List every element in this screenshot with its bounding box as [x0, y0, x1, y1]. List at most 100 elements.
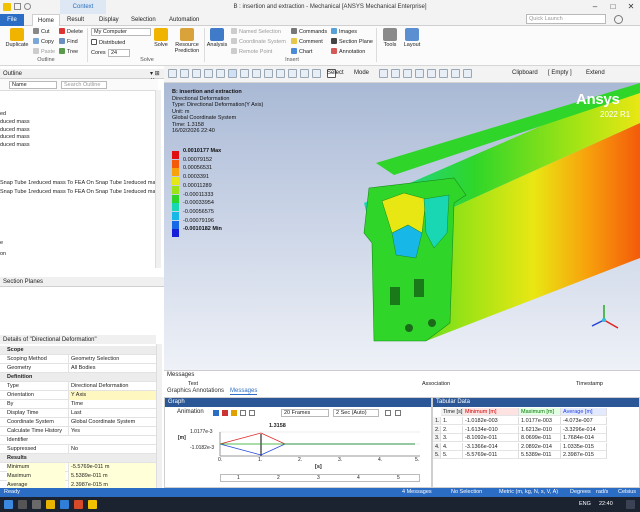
status-units[interactable]: Metric (m, kg, N, s, V, A) — [499, 488, 558, 497]
resource-prediction-button[interactable]: Resource Prediction — [171, 28, 203, 54]
tabular-cell[interactable]: 2. — [433, 425, 441, 434]
folder-icon[interactable] — [46, 500, 55, 509]
tabular-cell[interactable]: -1.0182e-003 — [463, 417, 519, 425]
cut-button[interactable]: Cut — [33, 28, 50, 36]
details-value[interactable]: -5.5769e-011 m — [68, 463, 156, 472]
details-row[interactable]: Type Directional Deformation — [0, 382, 156, 391]
section-plane-button[interactable]: Section Plane — [331, 38, 373, 46]
previous-view-icon[interactable] — [252, 69, 261, 78]
taskbar-app-icon[interactable] — [60, 500, 69, 509]
details-row[interactable]: Minimum -5.5769e-011 m — [0, 463, 156, 472]
tab-display[interactable]: Display — [94, 14, 124, 26]
outline-search-input[interactable]: Search Outline — [61, 81, 107, 89]
edge-select-icon[interactable] — [391, 69, 400, 78]
tabular-cell[interactable]: -3.3296e-014 — [561, 425, 607, 434]
images-button[interactable]: Images — [331, 28, 357, 36]
chart-button[interactable]: Chart — [291, 48, 312, 56]
tree-item[interactable]: e — [0, 240, 3, 246]
details-value[interactable]: Y Axis — [68, 391, 156, 400]
details-row[interactable]: By Time — [0, 400, 156, 409]
taskbar-app-icon[interactable] — [74, 500, 83, 509]
tabular-cell[interactable]: -1.6134e-010 — [463, 425, 519, 434]
tab-result[interactable]: Result — [62, 14, 89, 26]
tabular-cell[interactable]: 2.0892e-014 — [519, 442, 561, 451]
coordinate-system-button[interactable]: Coordinate System — [231, 38, 286, 46]
details-section[interactable]: Results — [0, 454, 156, 463]
front-view-icon[interactable] — [276, 69, 285, 78]
status-rads[interactable]: rad/s — [596, 488, 608, 497]
frames-select[interactable]: 20 Frames — [281, 409, 329, 417]
details-row[interactable]: Calculate Time History Yes — [0, 427, 156, 436]
find-button[interactable]: Find — [59, 38, 78, 46]
details-row[interactable]: Display Time Last — [0, 409, 156, 418]
details-value[interactable]: All Bodies — [68, 364, 156, 373]
context-tab[interactable]: Context — [60, 0, 106, 14]
graph-tool-icon[interactable] — [395, 410, 401, 416]
tabular-cell[interactable]: -3.1366e-014 — [463, 442, 519, 451]
stop-icon[interactable] — [222, 410, 228, 416]
details-value[interactable]: Yes — [68, 427, 156, 436]
tree-item[interactable]: Snap Tube 1reduced mass To FEA On Snap T… — [0, 180, 161, 186]
tab-selection[interactable]: Selection — [126, 14, 161, 26]
outline-scrollbar[interactable] — [155, 90, 161, 268]
node-select-icon[interactable] — [427, 69, 436, 78]
start-icon[interactable] — [4, 500, 13, 509]
next-view-icon[interactable] — [264, 69, 273, 78]
undo-icon[interactable] — [24, 3, 31, 10]
details-row[interactable]: Coordinate System Global Coordinate Syste… — [0, 418, 156, 427]
details-value[interactable]: Time — [68, 400, 156, 409]
tab-messages[interactable]: Messages — [230, 388, 258, 395]
frame-icon[interactable] — [240, 410, 246, 416]
tabular-cell[interactable]: 5.5389e-011 — [519, 451, 561, 459]
notification-icon[interactable] — [626, 500, 635, 509]
tabular-cell[interactable]: 1. — [441, 417, 463, 425]
tab-home[interactable]: Home — [32, 14, 61, 26]
details-row[interactable]: Maximum 5.5389e-011 m — [0, 472, 156, 481]
pan-icon[interactable] — [204, 69, 213, 78]
tabular-cell[interactable]: 3. — [433, 434, 441, 442]
delete-button[interactable]: Delete — [59, 28, 83, 36]
status-messages[interactable]: 4 Messages — [402, 488, 432, 497]
isometric-icon[interactable] — [240, 69, 249, 78]
details-row[interactable]: Scoping Method Geometry Selection — [0, 355, 156, 364]
annotation-button[interactable]: Annotation — [331, 48, 365, 56]
save-icon[interactable] — [14, 3, 21, 10]
tabular-header[interactable]: Time [s] — [441, 408, 463, 416]
details-section[interactable]: Scope — [0, 346, 156, 355]
comment-button[interactable]: Comment — [291, 38, 323, 46]
remote-point-button[interactable]: Remote Point — [231, 48, 272, 56]
export-icon[interactable] — [249, 410, 255, 416]
tabular-cell[interactable]: 4. — [441, 442, 463, 451]
details-row[interactable]: Orientation Y Axis — [0, 391, 156, 400]
graphics-viewport[interactable]: B: insertion and extraction Directional … — [164, 83, 640, 370]
tree-button[interactable]: Tree — [59, 48, 78, 56]
analysis-button[interactable]: Analysis — [206, 28, 228, 48]
details-row[interactable]: Geometry All Bodies — [0, 364, 156, 373]
details-scrollbar[interactable] — [156, 344, 162, 488]
machine-select[interactable]: My Computer — [91, 28, 151, 36]
tabular-header[interactable]: Average [m] — [561, 408, 607, 416]
tabular-cell[interactable]: 1.7684e-014 — [561, 434, 607, 442]
tabular-cell[interactable]: 1. — [433, 417, 441, 425]
named-selection-button[interactable]: Named Selection — [231, 28, 281, 36]
tree-item[interactable]: duced mass — [0, 142, 30, 148]
paste-button[interactable]: Paste — [33, 48, 55, 56]
details-section[interactable]: Definition — [0, 373, 156, 382]
invert-select-icon[interactable] — [463, 69, 472, 78]
view-icon[interactable] — [228, 69, 237, 78]
select-all-icon[interactable] — [451, 69, 460, 78]
tabular-cell[interactable]: -4.073e-007 — [561, 417, 607, 425]
taskbar-app-icon[interactable] — [32, 500, 41, 509]
tree-item[interactable]: Snap Tube 1reduced mass To FEA On Snap T… — [0, 189, 161, 195]
tabular-header[interactable]: Minimum [m] — [463, 408, 519, 416]
tabular-cell[interactable]: 8.0699e-011 — [519, 434, 561, 442]
tabular-cell[interactable]: -8.1092e-011 — [463, 434, 519, 442]
tabular-header[interactable]: Maximum [m] — [519, 408, 561, 416]
duration-select[interactable]: 2 Sec (Auto) — [333, 409, 379, 417]
mode-dropdown[interactable]: Mode — [354, 70, 369, 76]
face-select-icon[interactable] — [403, 69, 412, 78]
maximize-icon[interactable]: □ — [604, 0, 622, 14]
vertex-select-icon[interactable] — [379, 69, 388, 78]
tree-item[interactable]: duced mass — [0, 119, 30, 125]
tabular-cell[interactable]: -5.5769e-011 — [463, 451, 519, 459]
